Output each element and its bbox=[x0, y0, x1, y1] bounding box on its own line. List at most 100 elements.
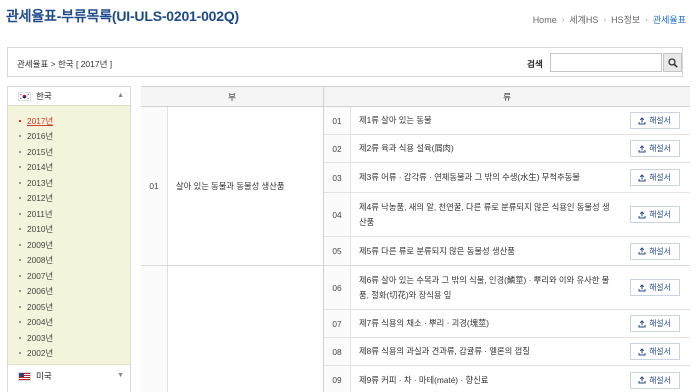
table-row: 04 제4류 낙농품, 새의 알, 천연꿀, 다른 류로 분류되지 않은 식용인… bbox=[324, 193, 690, 237]
bullet-icon bbox=[19, 166, 21, 169]
bullet-icon bbox=[19, 259, 21, 262]
year-label: 2007년 bbox=[27, 270, 54, 281]
column-header-ryu: 류 bbox=[503, 91, 511, 102]
bullet-icon bbox=[19, 321, 21, 324]
year-item-2004[interactable]: 2004년 bbox=[8, 315, 130, 331]
year-item-2009[interactable]: 2009년 bbox=[8, 237, 130, 253]
year-item-2015[interactable]: 2015년 bbox=[8, 144, 130, 160]
chapter-list: 06 제6류 살아 있는 수목과 그 밖의 식물, 인경(鱗莖) · 뿌리와 이… bbox=[324, 266, 690, 392]
chapter-list: 01 제1류 살아 있는 동물 해설서 02 제2류 육과 식용 설육(屑肉) … bbox=[324, 107, 690, 265]
commentary-button[interactable]: 해설서 bbox=[629, 371, 680, 389]
table-row: 05 제5류 다른 류로 분류되지 않은 동물성 생산품 해설서 bbox=[324, 237, 690, 265]
year-item-2013[interactable]: 2013년 bbox=[8, 175, 130, 191]
year-item-2007[interactable]: 2007년 bbox=[8, 268, 130, 284]
year-label: 2004년 bbox=[27, 317, 54, 328]
commentary-button[interactable]: 해설서 bbox=[629, 140, 680, 157]
chapter-name[interactable]: 제7류 식용의 채소 · 뿌리 · 괴경(塊莖) bbox=[351, 310, 619, 337]
table-row: 02 제2류 육과 식용 설육(屑肉) 해설서 bbox=[324, 135, 690, 163]
search-input[interactable] bbox=[550, 53, 662, 72]
table-row: 09 제9류 커피 · 차 · 마테(maté) · 향신료 해설서 bbox=[324, 366, 690, 392]
country-item-usa[interactable]: 미국 ▼ bbox=[8, 367, 130, 385]
breadcrumb-world-hs[interactable]: 세계HS bbox=[569, 13, 598, 26]
table-row: 01 제1류 살아 있는 동물 해설서 bbox=[324, 107, 690, 135]
button-label: 해설서 bbox=[649, 144, 671, 153]
upload-icon bbox=[638, 144, 646, 152]
button-label: 해설서 bbox=[649, 210, 671, 219]
year-item-2017[interactable]: 2017년 bbox=[8, 113, 130, 129]
flag-us-icon bbox=[18, 371, 31, 381]
table-header: 부 류 bbox=[141, 87, 690, 107]
year-item-2006[interactable]: 2006년 bbox=[8, 284, 130, 300]
chapter-name[interactable]: 제4류 낙농품, 새의 알, 천연꿀, 다른 류로 분류되지 않은 식용인 동물… bbox=[351, 193, 619, 236]
commentary-button[interactable]: 해설서 bbox=[629, 242, 680, 260]
commentary-button[interactable]: 해설서 bbox=[629, 315, 680, 332]
bullet-icon bbox=[19, 290, 21, 293]
upload-icon bbox=[638, 347, 646, 355]
year-label: 2002년 bbox=[27, 348, 54, 359]
upload-icon bbox=[638, 210, 646, 218]
chapter-name[interactable]: 제9류 커피 · 차 · 마테(maté) · 향신료 bbox=[351, 366, 619, 392]
bullet-icon bbox=[19, 150, 21, 153]
chapter-number: 02 bbox=[324, 135, 351, 162]
year-label: 2003년 bbox=[27, 332, 54, 343]
breadcrumb-home[interactable]: Home bbox=[533, 15, 557, 25]
bullet-icon bbox=[19, 305, 21, 308]
upload-icon bbox=[638, 319, 646, 327]
page-title: 관세율표-부류목록(UI-ULS-0201-002Q) bbox=[6, 8, 240, 24]
year-label: 2010년 bbox=[27, 224, 54, 235]
breadcrumb-hs-info[interactable]: HS정보 bbox=[611, 13, 640, 26]
chapter-name[interactable]: 제2류 육과 식용 설육(屑肉) bbox=[351, 135, 619, 162]
chevron-right-icon: › bbox=[603, 15, 607, 24]
chapter-name[interactable]: 제5류 다른 류로 분류되지 않은 동물성 생산품 bbox=[351, 237, 619, 265]
year-label: 2017년 bbox=[27, 115, 54, 126]
upload-icon bbox=[638, 116, 646, 124]
chapter-name[interactable]: 제3류 어류 · 갑각류 · 연체동물과 그 밖의 수생(水生) 무척추동물 bbox=[351, 163, 619, 192]
breadcrumb-tariff[interactable]: 관세율표 bbox=[653, 13, 686, 26]
bullet-icon bbox=[19, 228, 21, 231]
button-label: 해설서 bbox=[649, 347, 671, 356]
year-label: 2011년 bbox=[27, 208, 53, 219]
bullet-icon bbox=[19, 181, 21, 184]
commentary-button[interactable]: 해설서 bbox=[629, 343, 680, 360]
chevron-down-icon[interactable]: ▼ bbox=[117, 372, 124, 379]
section-name bbox=[168, 266, 324, 392]
country-item-korea[interactable]: 한국 ▲ bbox=[8, 87, 130, 105]
year-item-2012[interactable]: 2012년 bbox=[8, 191, 130, 207]
commentary-button[interactable]: 해설서 bbox=[629, 279, 680, 296]
year-item-2003[interactable]: 2003년 bbox=[8, 330, 130, 346]
year-item-2008[interactable]: 2008년 bbox=[8, 253, 130, 269]
chapter-name[interactable]: 제1류 살아 있는 동물 bbox=[351, 107, 619, 134]
table-row: 06 제6류 살아 있는 수목과 그 밖의 식물, 인경(鱗莖) · 뿌리와 이… bbox=[324, 266, 690, 310]
upload-icon bbox=[638, 283, 646, 291]
year-item-2016[interactable]: 2016년 bbox=[8, 129, 130, 145]
commentary-button[interactable]: 해설서 bbox=[629, 169, 680, 186]
year-item-2005[interactable]: 2005년 bbox=[8, 299, 130, 315]
year-label: 2012년 bbox=[27, 193, 54, 204]
year-item-2011[interactable]: 2011년 bbox=[8, 206, 130, 222]
table-row: 03 제3류 어류 · 갑각류 · 연체동물과 그 밖의 수생(水生) 무척추동… bbox=[324, 163, 690, 193]
button-label: 해설서 bbox=[649, 116, 671, 125]
chapter-number: 01 bbox=[324, 107, 351, 134]
chapter-number: 08 bbox=[324, 338, 351, 365]
button-label: 해설서 bbox=[649, 246, 671, 256]
bullet-icon bbox=[19, 135, 21, 138]
year-item-2014[interactable]: 2014년 bbox=[8, 160, 130, 176]
chevron-up-icon[interactable]: ▲ bbox=[117, 92, 124, 99]
year-item-2002[interactable]: 2002년 bbox=[8, 346, 130, 362]
chapter-name[interactable]: 제6류 살아 있는 수목과 그 밖의 식물, 인경(鱗莖) · 뿌리와 이와 유… bbox=[351, 266, 619, 309]
year-item-2010[interactable]: 2010년 bbox=[8, 222, 130, 238]
table-section: 01 살아 있는 동물과 동물성 생산품 01 제1류 살아 있는 동물 해설서… bbox=[141, 107, 690, 266]
country-sidebar: 한국 ▲ 2017년 2016년 2015년 2014년 2013년 2012년… bbox=[7, 86, 131, 392]
chapter-name[interactable]: 제8류 식용의 과실과 견과류, 감귤류 · 멜론의 껍질 bbox=[351, 338, 619, 365]
section-number: 01 bbox=[141, 107, 168, 265]
table-section: 06 제6류 살아 있는 수목과 그 밖의 식물, 인경(鱗莖) · 뿌리와 이… bbox=[141, 266, 690, 392]
commentary-button[interactable]: 해설서 bbox=[629, 206, 680, 223]
flag-kr-icon bbox=[18, 91, 31, 101]
year-label: 2006년 bbox=[27, 286, 54, 297]
chevron-right-icon: › bbox=[645, 15, 648, 24]
year-label: 2015년 bbox=[27, 146, 54, 157]
chapter-number: 05 bbox=[324, 237, 351, 265]
commentary-button[interactable]: 해설서 bbox=[629, 112, 680, 129]
chapter-number: 03 bbox=[324, 163, 351, 192]
search-button[interactable] bbox=[663, 53, 682, 72]
